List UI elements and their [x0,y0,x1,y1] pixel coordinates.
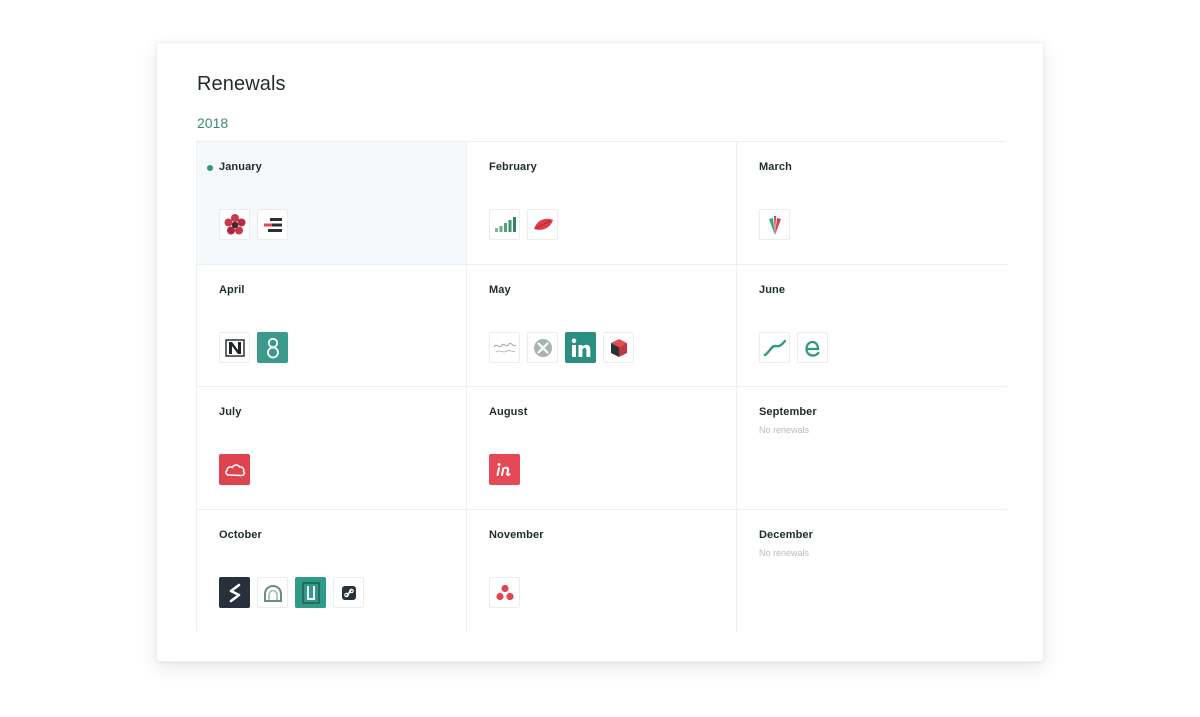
link-logo-icon[interactable] [333,577,364,608]
script-logo-icon[interactable] [489,332,520,363]
logo-list [219,332,288,363]
month-cell-august[interactable]: August [467,387,737,510]
month-cell-march[interactable]: March [737,142,1007,265]
month-cell-april[interactable]: April [197,265,467,387]
month-label: September [759,406,817,418]
logo-list [759,209,790,240]
month-cell-september[interactable]: September No renewals [737,387,1007,510]
tulip-logo-icon[interactable] [759,209,790,240]
month-cell-october[interactable]: October [197,510,467,632]
renewals-card: Renewals 2018 January February March Apr… [156,42,1044,662]
three-dots-logo-icon[interactable] [489,577,520,608]
month-label: August [489,406,528,418]
month-label: February [489,161,537,173]
month-cell-january[interactable]: January [197,142,467,265]
no-renewals-text: No renewals [759,548,810,558]
month-cell-june[interactable]: June [737,265,1007,387]
s-letter-logo-icon[interactable] [219,577,250,608]
month-label: March [759,161,792,173]
logo-list [219,209,288,240]
logo-list [219,577,364,608]
month-label: January [219,161,262,173]
month-label: October [219,529,262,541]
linkedin-logo-icon[interactable] [565,332,596,363]
circle-x-logo-icon[interactable] [527,332,558,363]
arch-logo-icon[interactable] [257,577,288,608]
bracket-logo-icon[interactable] [295,577,326,608]
month-cell-november[interactable]: November [467,510,737,632]
no-renewals-text: No renewals [759,425,810,435]
months-grid: January February March April May June Ju… [196,141,1007,632]
month-cell-february[interactable]: February [467,142,737,265]
swoosh-logo-icon[interactable] [759,332,790,363]
logo-list [489,454,520,485]
stripes-logo-icon[interactable] [257,209,288,240]
month-label: December [759,529,813,541]
year-label: 2018 [197,115,229,131]
month-label: November [489,529,544,541]
month-label: June [759,284,786,296]
current-month-indicator [207,165,213,171]
signal-bars-logo-icon[interactable] [489,209,520,240]
logo-list [489,577,520,608]
month-cell-july[interactable]: July [197,387,467,510]
logo-list [759,332,828,363]
n-letter-logo-icon[interactable] [219,332,250,363]
e-letter-logo-icon[interactable] [797,332,828,363]
flower-logo-icon[interactable] [219,209,250,240]
red-leaf-logo-icon[interactable] [527,209,558,240]
logo-list [219,454,250,485]
invision-logo-icon[interactable] [489,454,520,485]
month-cell-may[interactable]: May [467,265,737,387]
month-label: April [219,284,245,296]
logo-list [489,332,634,363]
eight-logo-icon[interactable] [257,332,288,363]
logo-list [489,209,558,240]
month-cell-december[interactable]: December No renewals [737,510,1007,632]
month-label: May [489,284,511,296]
red-cloud-logo-icon[interactable] [219,454,250,485]
month-label: July [219,406,242,418]
page-title: Renewals [197,73,286,95]
cube-logo-icon[interactable] [603,332,634,363]
